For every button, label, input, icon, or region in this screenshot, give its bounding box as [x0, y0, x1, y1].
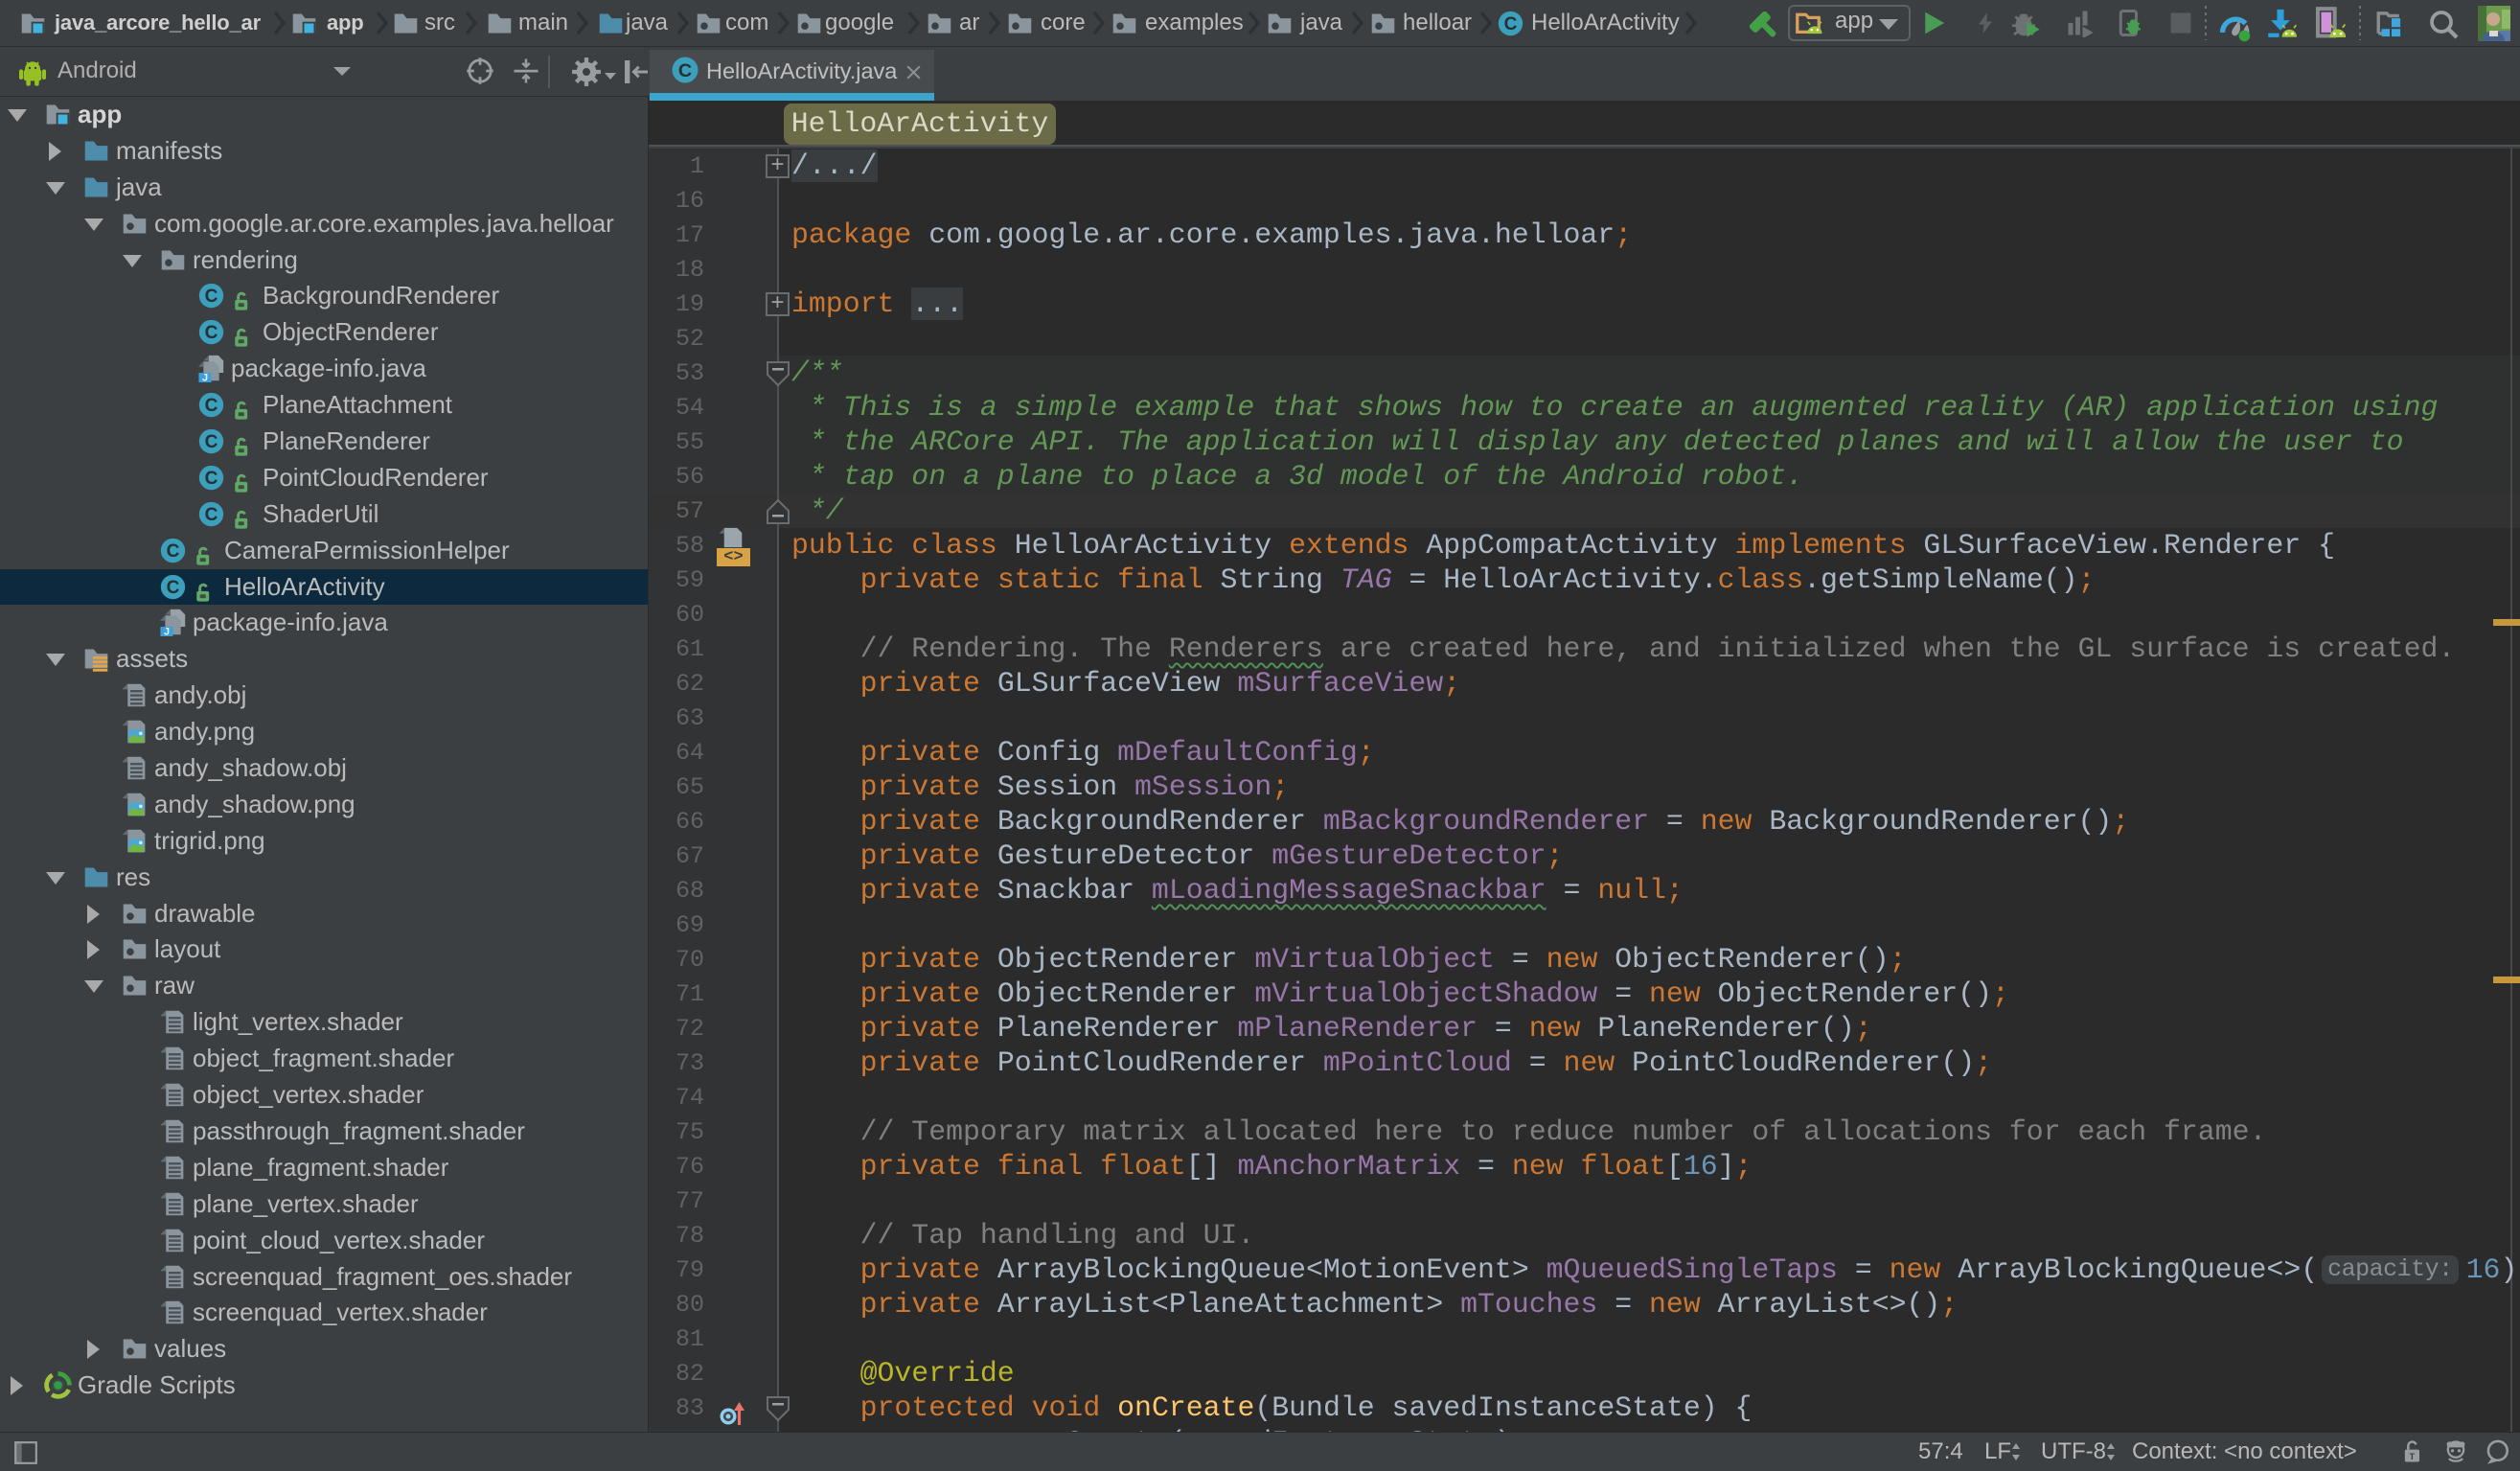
svg-text:C: C	[205, 505, 218, 525]
svg-text:C: C	[205, 432, 218, 452]
svg-text:C: C	[167, 578, 180, 598]
svg-text:C: C	[1504, 14, 1518, 34]
svg-text:C: C	[167, 541, 180, 562]
svg-text:J: J	[202, 373, 208, 382]
svg-text:J: J	[164, 627, 170, 636]
svg-text:C: C	[205, 396, 218, 416]
svg-text:T: T	[2410, 1452, 2416, 1461]
svg-text:C: C	[678, 60, 692, 81]
svg-text:C: C	[205, 323, 218, 343]
svg-text:C: C	[205, 287, 218, 307]
svg-text:C: C	[205, 469, 218, 489]
